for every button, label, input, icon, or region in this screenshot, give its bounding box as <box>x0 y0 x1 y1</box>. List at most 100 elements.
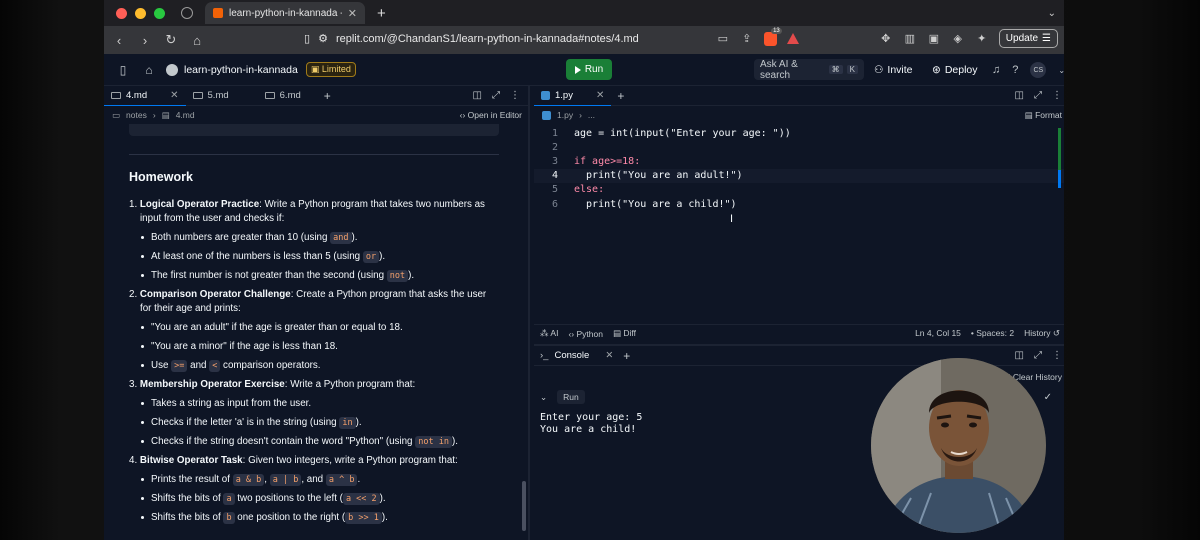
chevron-down-icon[interactable]: ⌄ <box>1058 66 1064 75</box>
code-line[interactable]: 5 else: <box>534 183 1064 197</box>
history-button[interactable]: History ↺ <box>1024 328 1060 339</box>
bookmark-icon[interactable]: ▯ <box>304 32 310 45</box>
url-bar[interactable]: ▯ ⚙ replit.com/@ChandanS1/learn-python-i… <box>304 32 639 46</box>
inline-code: a <box>223 493 235 505</box>
bullet-text: ). <box>381 512 388 523</box>
new-tab-button[interactable]: + <box>377 5 386 22</box>
ask-ai-search[interactable]: Ask AI & search ⌘ K <box>754 58 864 81</box>
sidebar-icon[interactable]: ▥ <box>903 32 917 45</box>
add-tab-button[interactable]: + <box>617 89 624 103</box>
deploy-button[interactable]: ⊛ Deploy <box>932 64 978 76</box>
more-options-icon[interactable]: ⋮ <box>510 90 520 101</box>
deploy-icon: ⊛ <box>932 64 941 76</box>
help-icon[interactable]: ? <box>1012 64 1018 76</box>
ask-ai-label: Ask AI & search <box>760 58 798 81</box>
browser-tab-replit[interactable]: learn-python-in-kannada - R ✕ <box>205 2 365 24</box>
split-pane-icon[interactable]: ◫ <box>473 90 482 101</box>
run-button[interactable]: Run <box>566 59 612 80</box>
brave-shields-icon[interactable]: 13 <box>763 27 782 46</box>
breadcrumb-more[interactable]: ... <box>588 110 595 120</box>
avatar[interactable]: CS <box>1030 62 1047 78</box>
code-line[interactable]: 1 age = int(input("Enter your age: ")) <box>534 126 1064 140</box>
plan-badge[interactable]: ▣ Limited <box>305 62 356 77</box>
breadcrumb-file[interactable]: 4.md <box>176 110 195 120</box>
back-icon[interactable]: ‹ <box>112 33 126 48</box>
console-run-entry[interactable]: ⌄ Run <box>540 390 585 404</box>
more-options-icon[interactable]: ⋮ <box>1052 90 1062 101</box>
header-icons: ♫ ? CS ⌄ <box>992 62 1064 78</box>
close-tab-icon[interactable]: ✕ <box>170 90 178 101</box>
vpn-icon[interactable]: ◈ <box>951 32 965 45</box>
bullet-text: Takes a string as input from the user. <box>151 398 312 409</box>
code-editor[interactable]: 1 age = int(input("Enter your age: ")) 2 … <box>534 126 1064 316</box>
close-window-button[interactable] <box>116 7 127 19</box>
bullet-text: Checks if the string doesn't contain the… <box>151 436 416 447</box>
brave-rewards-icon[interactable] <box>786 33 799 44</box>
home-icon[interactable]: ⌂ <box>142 63 156 77</box>
clear-history-label: Clear History <box>1012 372 1062 382</box>
tab-search-icon[interactable] <box>181 7 193 19</box>
indent-setting[interactable]: • Spaces: 2 <box>971 328 1014 339</box>
add-tab-button[interactable]: + <box>324 89 331 103</box>
invite-button[interactable]: ⚇ Invite <box>874 64 913 76</box>
expand-icon[interactable]: ⤢ <box>1034 350 1042 361</box>
leo-ai-icon[interactable]: ✦ <box>975 32 989 45</box>
language-selector[interactable]: ‹› Python <box>568 329 603 339</box>
check-icon: ✓ <box>1043 392 1052 403</box>
forward-icon[interactable]: › <box>138 33 152 48</box>
code-line[interactable]: 3 if age>=18: <box>534 154 1064 168</box>
toggle-sidebar-icon[interactable]: ▯ <box>116 63 130 77</box>
code-line-current[interactable]: 4 print("You are an adult!") <box>534 168 1064 183</box>
maximize-window-button[interactable] <box>154 7 165 19</box>
close-tab-icon[interactable]: ✕ <box>596 90 604 101</box>
bullet-text: ). <box>379 493 386 504</box>
tab-5-md[interactable]: 5.md <box>186 86 236 106</box>
code-line[interactable]: 6 print("You are a child!") <box>534 197 1064 211</box>
chevron-down-icon[interactable]: ⌄ <box>540 392 547 403</box>
code-line[interactable]: 2 <box>534 140 1064 154</box>
cursor-position[interactable]: Ln 4, Col 15 <box>915 328 961 339</box>
add-tab-button[interactable]: + <box>623 349 630 363</box>
address-toolbar: ‹ › ↻ ⌂ ▯ ⚙ replit.com/@ChandanS1/learn-… <box>104 26 1064 54</box>
update-button[interactable]: Update ☰ <box>998 29 1058 48</box>
extensions-icon[interactable]: ✥ <box>879 32 893 45</box>
home-icon[interactable]: ⌂ <box>190 33 204 48</box>
item-number: 2. <box>129 289 138 300</box>
markdown-scrollbar[interactable] <box>522 481 526 531</box>
tab-6-md[interactable]: 6.md <box>258 86 308 106</box>
wallet-icon[interactable]: ▣ <box>927 32 941 45</box>
breadcrumb-file[interactable]: 1.py <box>557 110 573 120</box>
chevron-down-icon[interactable]: ⌄ <box>1048 8 1056 19</box>
reload-icon[interactable]: ↻ <box>164 32 178 48</box>
close-tab-icon[interactable]: ✕ <box>348 7 357 20</box>
cast-icon[interactable]: ▭ <box>716 32 730 45</box>
tab-1-py[interactable]: 1.py ✕ <box>534 86 612 106</box>
breadcrumb: ▭ notes › ▤ 4.md ‹› Open in Editor <box>104 106 528 124</box>
open-in-editor-button[interactable]: ‹› Open in Editor <box>460 110 522 120</box>
share-icon[interactable]: ⇪ <box>740 32 754 45</box>
more-options-icon[interactable]: ⋮ <box>1052 350 1062 361</box>
split-pane-icon[interactable]: ◫ <box>1015 350 1024 361</box>
tab-4-md[interactable]: 4.md ✕ <box>104 86 186 106</box>
expand-icon[interactable]: ⤢ <box>492 90 500 101</box>
breadcrumb-folder[interactable]: notes <box>126 110 147 120</box>
repl-name[interactable]: learn-python-in-kannada <box>184 64 298 76</box>
ai-toggle[interactable]: ⁂ AI <box>540 328 558 339</box>
split-pane-icon[interactable]: ◫ <box>1015 90 1024 101</box>
bell-icon[interactable]: ♫ <box>992 64 1000 76</box>
pane-actions: ◫ ⤢ ⋮ <box>473 90 520 101</box>
site-settings-icon[interactable]: ⚙ <box>318 32 328 45</box>
bullet-text: The first number is not greater than the… <box>151 270 387 281</box>
minimize-window-button[interactable] <box>135 7 146 19</box>
code-text: if age>=18: <box>574 155 641 167</box>
bullet-item: "You are an adult" if the age is greater… <box>129 321 522 335</box>
diff-toggle[interactable]: ▤ Diff <box>613 328 636 339</box>
tab-console[interactable]: Console <box>554 350 589 361</box>
run-label: Run <box>584 64 604 75</box>
expand-icon[interactable]: ⤢ <box>1034 90 1042 101</box>
inline-code: b <box>223 512 235 524</box>
format-button[interactable]: ▤ Format <box>1025 110 1062 121</box>
item-text: : Given two integers, write a Python pro… <box>242 455 458 466</box>
close-tab-icon[interactable]: ✕ <box>605 350 613 361</box>
inline-code: a ^ b <box>325 474 358 486</box>
